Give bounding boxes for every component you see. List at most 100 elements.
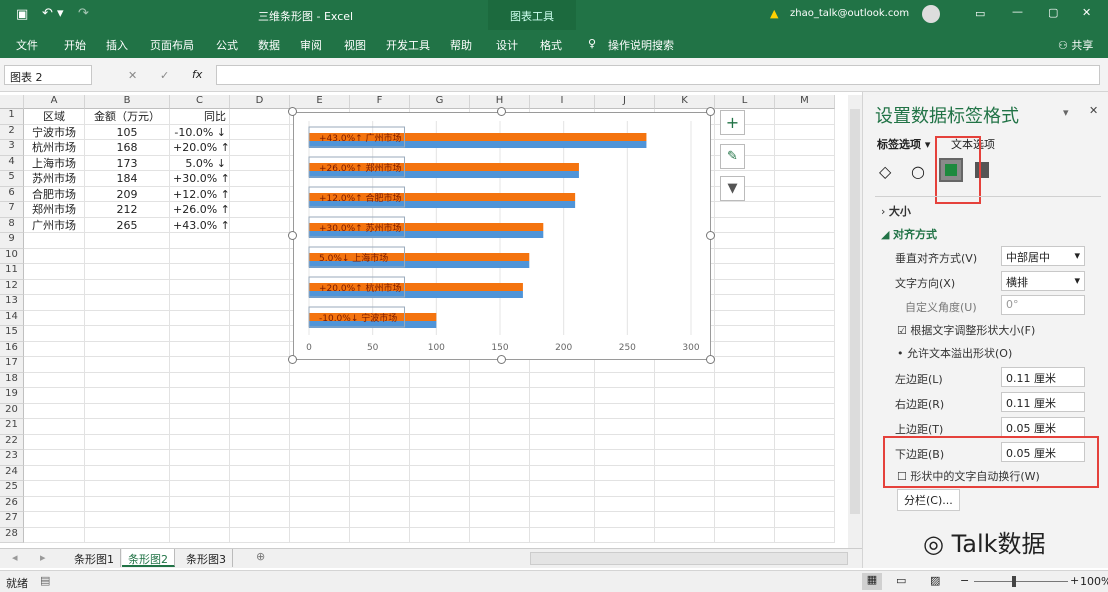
cell[interactable]	[230, 233, 290, 249]
tab-formulas[interactable]: 公式	[216, 37, 238, 53]
cell[interactable]	[715, 419, 775, 435]
cell[interactable]	[655, 512, 715, 528]
cell[interactable]	[170, 248, 230, 264]
cell[interactable]	[350, 403, 410, 419]
cell[interactable]	[595, 372, 655, 388]
cell[interactable]	[470, 434, 530, 450]
cell[interactable]	[595, 496, 655, 512]
cell[interactable]	[655, 434, 715, 450]
row-header[interactable]: 17	[0, 357, 24, 373]
row-header[interactable]: 28	[0, 527, 24, 543]
cell[interactable]	[85, 465, 170, 481]
cell[interactable]	[170, 496, 230, 512]
row-header[interactable]: 7	[0, 202, 24, 218]
cell[interactable]: 郑州市场	[24, 202, 85, 218]
cell[interactable]	[655, 403, 715, 419]
cell[interactable]	[775, 481, 835, 497]
cell[interactable]	[170, 372, 230, 388]
undo-icon[interactable]: ↶ ▾	[42, 6, 64, 21]
cell[interactable]	[230, 357, 290, 373]
cell[interactable]	[595, 419, 655, 435]
cell[interactable]	[775, 450, 835, 466]
cell[interactable]	[85, 295, 170, 311]
cell[interactable]	[530, 465, 595, 481]
column-header[interactable]: D	[230, 95, 290, 109]
cell[interactable]	[470, 388, 530, 404]
cell[interactable]	[24, 434, 85, 450]
save-icon[interactable]: ▣	[16, 7, 28, 22]
cell[interactable]	[85, 264, 170, 280]
row-header[interactable]: 18	[0, 372, 24, 388]
cell[interactable]	[24, 450, 85, 466]
prev-sheet-icon[interactable]: ◂	[12, 551, 18, 564]
cell[interactable]	[230, 248, 290, 264]
cell[interactable]	[85, 434, 170, 450]
cell[interactable]	[775, 310, 835, 326]
cell[interactable]	[85, 233, 170, 249]
row-header[interactable]: 12	[0, 279, 24, 295]
cell[interactable]	[775, 357, 835, 373]
cell[interactable]	[715, 403, 775, 419]
cell[interactable]: +26.0% ↑	[170, 202, 230, 218]
cell[interactable]	[530, 481, 595, 497]
row-header[interactable]: 27	[0, 512, 24, 528]
cell[interactable]	[470, 465, 530, 481]
cell[interactable]	[470, 496, 530, 512]
cell[interactable]	[230, 372, 290, 388]
redo-icon[interactable]: ↷	[78, 6, 89, 21]
cell[interactable]	[230, 481, 290, 497]
zoom-out-button[interactable]: −	[960, 574, 969, 587]
right-margin-input[interactable]: 0.11 厘米	[1001, 392, 1085, 412]
cell[interactable]	[230, 155, 290, 171]
cell[interactable]	[170, 233, 230, 249]
cell[interactable]	[715, 341, 775, 357]
cell[interactable]	[410, 388, 470, 404]
cell[interactable]	[775, 372, 835, 388]
column-header[interactable]: A	[24, 95, 85, 109]
text-direction-select[interactable]: 横排 ▾	[1001, 271, 1085, 291]
cell[interactable]	[595, 403, 655, 419]
column-header[interactable]: I	[530, 95, 595, 109]
cell[interactable]	[290, 372, 350, 388]
tab-help[interactable]: 帮助	[450, 37, 472, 53]
zoom-slider-thumb[interactable]	[1012, 576, 1016, 587]
cell[interactable]	[24, 279, 85, 295]
tab-home[interactable]: 开始	[64, 37, 86, 53]
column-header[interactable]: K	[655, 95, 715, 109]
cell[interactable]	[170, 279, 230, 295]
cell[interactable]	[775, 527, 835, 543]
cell[interactable]	[775, 233, 835, 249]
cell[interactable]	[290, 450, 350, 466]
cell[interactable]	[470, 450, 530, 466]
cell[interactable]	[775, 403, 835, 419]
row-header[interactable]: 16	[0, 341, 24, 357]
resize-handle[interactable]	[288, 231, 297, 240]
cell[interactable]	[290, 496, 350, 512]
cell[interactable]	[85, 341, 170, 357]
cell[interactable]	[530, 372, 595, 388]
cell[interactable]	[775, 186, 835, 202]
cell[interactable]	[170, 465, 230, 481]
cell[interactable]	[350, 512, 410, 528]
cell[interactable]	[230, 202, 290, 218]
cell[interactable]	[24, 388, 85, 404]
next-sheet-icon[interactable]: ▸	[40, 551, 46, 564]
cell[interactable]	[230, 109, 290, 125]
cell[interactable]	[24, 496, 85, 512]
cell[interactable]	[230, 419, 290, 435]
maximize-button[interactable]: ▢	[1048, 6, 1058, 19]
cell[interactable]	[85, 326, 170, 342]
cell[interactable]	[655, 527, 715, 543]
resize-handle[interactable]	[706, 107, 715, 116]
sheet-tab-2[interactable]: 条形图2	[122, 549, 175, 567]
cell[interactable]	[775, 326, 835, 342]
row-header[interactable]: 6	[0, 186, 24, 202]
cell[interactable]	[170, 512, 230, 528]
cell[interactable]	[85, 357, 170, 373]
bar-chart[interactable]: 0 50 100 150 200 250 300 +43.0%↑ 广州市场 +26.0%↑ 郑州…	[293, 112, 711, 360]
formula-input[interactable]	[216, 65, 1100, 85]
cell[interactable]: 合肥市场	[24, 186, 85, 202]
macro-icon[interactable]: ▤	[40, 574, 50, 587]
enter-icon[interactable]: ✓	[160, 69, 169, 82]
cell[interactable]	[170, 419, 230, 435]
